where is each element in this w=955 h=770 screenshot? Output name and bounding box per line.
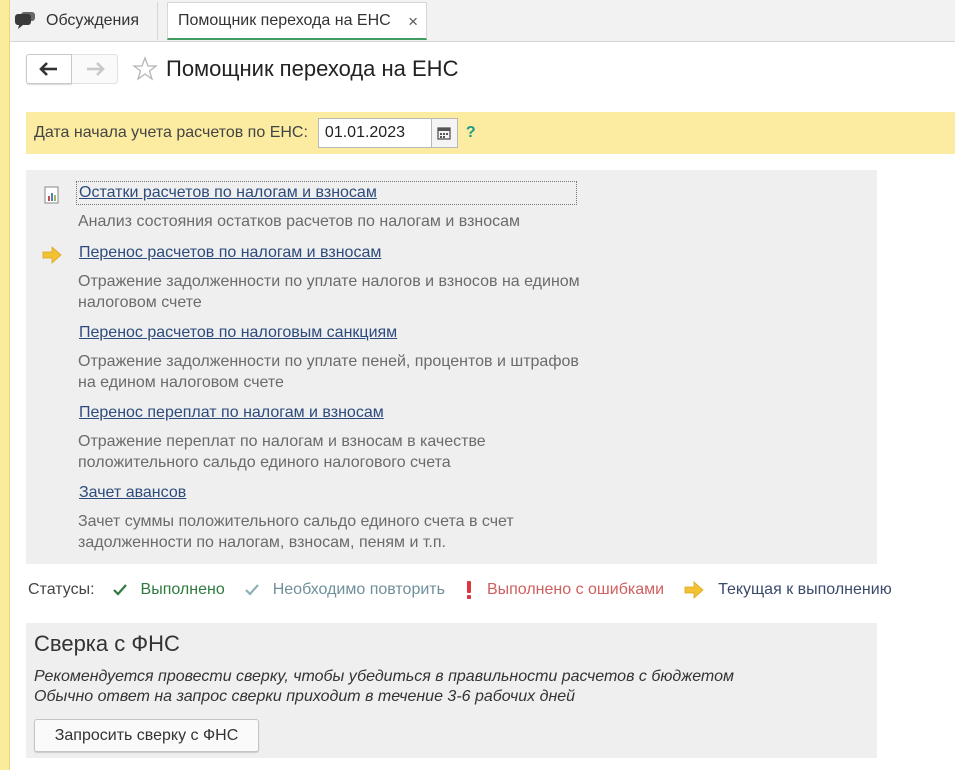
date-input[interactable]: 01.01.2023 xyxy=(317,118,432,148)
check-light-icon xyxy=(244,584,259,596)
step-description: Отражение переплат по налогам и взносам … xyxy=(78,433,486,471)
report-icon xyxy=(44,186,59,204)
fns-reconciliation-panel: Сверка с ФНС Рекомендуется провести свер… xyxy=(26,623,877,758)
fns-note-recommendation: Рекомендуется провести сверку, чтобы убе… xyxy=(34,668,734,685)
steps-panel: Остатки расчетов по налогам и взносам Ан… xyxy=(26,170,877,564)
tab-bar: Обсуждения Помощник перехода на ЕНС × xyxy=(10,0,955,42)
request-reconciliation-button[interactable]: Запросить сверку с ФНС xyxy=(34,719,259,752)
toolbar: Помощник перехода на ЕНС xyxy=(26,54,458,84)
status-repeat: Необходимо повторить xyxy=(244,581,445,599)
step-link[interactable]: Остатки расчетов по налогам и взносам xyxy=(76,181,577,205)
status-current-label: Текущая к выполнению xyxy=(718,581,892,598)
tab-discussions-label: Обсуждения xyxy=(46,12,139,29)
step-link[interactable]: Перенос расчетов по налогам и взносам xyxy=(79,244,381,262)
status-done-label: Выполнено xyxy=(140,581,225,598)
back-button[interactable] xyxy=(26,54,72,84)
status-repeat-label: Необходимо повторить xyxy=(272,581,445,598)
step-description: Анализ состояния остатков расчетов по на… xyxy=(78,213,521,230)
step-description: Отражение задолженности по уплате пеней,… xyxy=(78,353,579,391)
date-label: Дата начала учета расчетов по ЕНС: xyxy=(34,124,308,141)
arrow-icon xyxy=(684,581,704,599)
exclamation-icon xyxy=(466,581,471,599)
current-arrow-icon xyxy=(42,246,62,264)
tab-ens-assistant-label: Помощник перехода на ЕНС xyxy=(178,11,391,29)
star-icon[interactable] xyxy=(132,56,158,82)
status-error-label: Выполнено с ошибками xyxy=(486,581,665,598)
page-title: Помощник перехода на ЕНС xyxy=(166,56,459,81)
status-done: Выполнено xyxy=(112,581,225,599)
arrow-right-icon xyxy=(86,62,105,76)
step-link[interactable]: Зачет авансов xyxy=(79,484,186,502)
status-legend-label: Статусы: xyxy=(28,581,95,598)
close-icon[interactable]: × xyxy=(408,12,418,32)
chat-bubble-icon xyxy=(15,12,35,29)
calendar-button[interactable] xyxy=(431,118,458,148)
forward-button[interactable] xyxy=(72,54,118,84)
calendar-icon xyxy=(437,127,452,140)
status-error: Выполнено с ошибками xyxy=(465,581,664,599)
step-link[interactable]: Перенос переплат по налогам и взносам xyxy=(79,404,384,422)
help-icon[interactable]: ? xyxy=(466,124,476,142)
step-description: Зачет суммы положительного сальдо единог… xyxy=(78,513,514,551)
arrow-left-icon xyxy=(39,62,57,76)
step-link[interactable]: Перенос расчетов по налоговым санкциям xyxy=(79,324,397,342)
fns-note-timing: Обычно ответ на запрос сверки приходит в… xyxy=(34,688,576,705)
tab-ens-assistant[interactable]: Помощник перехода на ЕНС × xyxy=(167,2,427,40)
date-bar: Дата начала учета расчетов по ЕНС: 01.01… xyxy=(26,112,955,154)
left-accent-strip xyxy=(0,0,10,770)
step-description: Отражение задолженности по уплате налого… xyxy=(78,273,580,311)
fns-title: Сверка с ФНС xyxy=(34,631,180,656)
tab-discussions[interactable]: Обсуждения xyxy=(10,2,158,40)
status-legend: Статусы: Выполнено Необходимо повторить … xyxy=(28,578,892,602)
status-current: Текущая к выполнению xyxy=(684,581,892,599)
check-icon xyxy=(112,584,127,596)
